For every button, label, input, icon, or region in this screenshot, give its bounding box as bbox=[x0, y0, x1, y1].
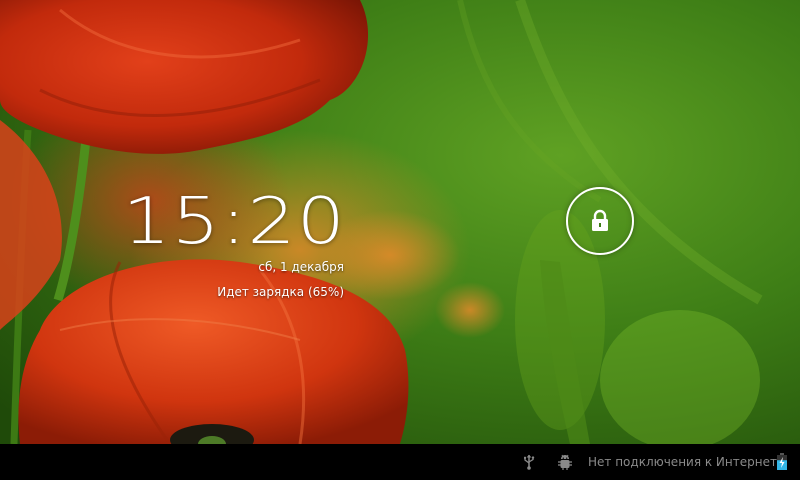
usb-debugging-icon bbox=[557, 454, 573, 475]
unlock-ring[interactable] bbox=[566, 187, 634, 255]
system-status-bar: Нет подключения к Интернету bbox=[0, 444, 800, 480]
padlock-icon bbox=[592, 209, 608, 231]
lock-screen-date: сб, 1 декабря bbox=[258, 260, 344, 274]
lock-screen-clock: 15:20 bbox=[122, 185, 346, 259]
network-status-text: Нет подключения к Интернету bbox=[588, 455, 785, 469]
charging-status: Идет зарядка (65%) bbox=[217, 285, 344, 299]
lock-screen: 15:20 сб, 1 декабря Идет зарядка (65%) bbox=[0, 0, 800, 444]
battery-charging-icon bbox=[776, 453, 788, 475]
usb-icon bbox=[522, 454, 536, 474]
